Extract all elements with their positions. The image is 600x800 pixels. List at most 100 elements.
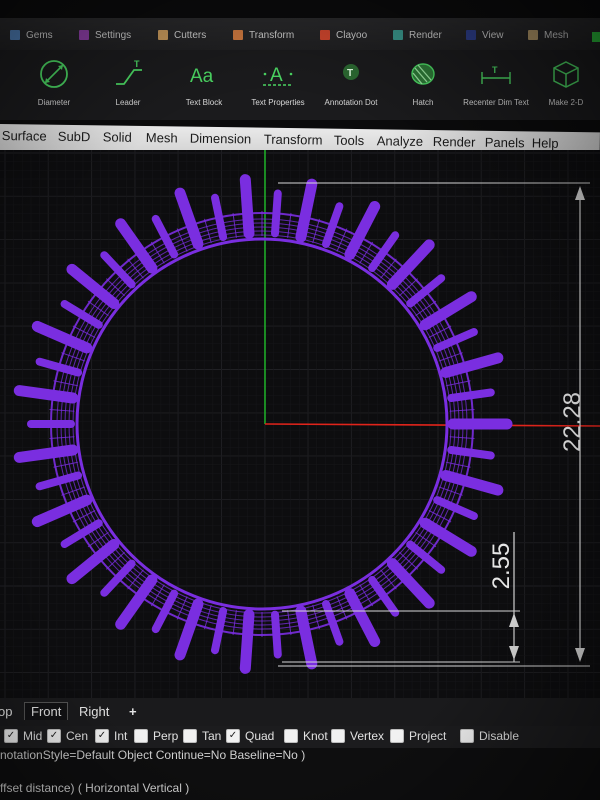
make-2d-button[interactable]: Make 2-D (526, 54, 600, 118)
gallery-bar (428, 510, 452, 523)
tab-top-partial[interactable]: op (0, 704, 12, 719)
tab-mesh[interactable]: Mesh (528, 26, 568, 44)
osnap-checkbox[interactable]: ✓ (95, 729, 109, 743)
tab-cutters[interactable]: Cutters (158, 26, 206, 44)
osnap-label: Knot (303, 729, 328, 743)
make-2d-icon (553, 61, 579, 88)
prong (447, 446, 495, 460)
osnap-label: Tan (202, 729, 222, 743)
command-history-line: notationStyle=Default Object Continue=No… (0, 748, 306, 762)
osnap-label: Cen (66, 729, 89, 743)
tab-right[interactable]: Right (79, 704, 109, 719)
text-properties-button[interactable]: A Text Properties (238, 54, 318, 118)
osnap-checkbox[interactable]: ✓ (4, 729, 18, 743)
prong (419, 291, 477, 331)
ring-wire-circle (56, 218, 468, 630)
svg-text:T: T (347, 68, 353, 79)
menu-tools[interactable]: Tools (334, 133, 365, 148)
osnap-quad[interactable]: ✓ Quad (226, 729, 274, 743)
osnap-checkbox[interactable] (460, 729, 474, 743)
prong (13, 444, 79, 463)
leader-label: Leader (115, 98, 141, 107)
svg-text:A: A (270, 65, 283, 86)
osnap-int[interactable]: ✓ Int (95, 729, 127, 743)
dimension-outer-text: 22.28 (559, 392, 586, 452)
prong (322, 202, 344, 248)
tab-settings[interactable]: Settings (79, 26, 131, 44)
gallery-bar (428, 325, 452, 338)
osnap-cen[interactable]: ✓ Cen (47, 729, 88, 743)
diameter-button[interactable]: Diameter (14, 54, 94, 118)
tab-render[interactable]: Render (393, 26, 442, 44)
dimension-inner-text: 2.55 (488, 543, 515, 590)
osnap-checkbox[interactable]: ✓ (226, 729, 240, 743)
osnap-mid[interactable]: ✓ Mid (4, 729, 42, 743)
osnap-tan[interactable]: Tan (183, 729, 221, 743)
menu-dimension[interactable]: Dimension (190, 131, 252, 147)
svg-text:T: T (492, 65, 498, 75)
prong (271, 610, 282, 659)
tab-view[interactable]: View (466, 26, 504, 44)
command-history: notationStyle=Default Object Continue=No… (0, 748, 600, 800)
ribbon-toolbar: Diameter T Leader Aa Text Block A Text P… (0, 50, 600, 120)
diameter-label: Diameter (37, 98, 71, 107)
osnap-checkbox[interactable]: ✓ (47, 729, 61, 743)
prong (406, 274, 446, 308)
menu-surface[interactable]: Surface (2, 128, 47, 144)
x-axis-line (264, 423, 600, 427)
menu-panels[interactable]: Panels (485, 135, 525, 151)
osnap-perp[interactable]: Perp (134, 729, 178, 743)
osnap-bar: ✓ Mid ✓ Cen ✓ Int Perp Tan ✓ Quad Knot Vertex Projec… (0, 726, 600, 748)
menu-transform[interactable]: Transform (264, 132, 323, 148)
prong (151, 214, 179, 259)
prong (368, 231, 400, 272)
hatch-button[interactable]: Hatch (383, 54, 463, 118)
add-viewport-button[interactable]: + (129, 704, 137, 719)
osnap-checkbox[interactable] (183, 729, 197, 743)
ribbon-tab-bar: Gems Settings Cutters Transform Clayoo R… (0, 18, 600, 51)
front-viewport[interactable]: 22.28 2.55 (0, 150, 600, 698)
menu-analyze[interactable]: Analyze (377, 133, 423, 149)
osnap-checkbox[interactable] (390, 729, 404, 743)
viewport-tabs: op Front Right + (0, 698, 600, 726)
osnap-project[interactable]: Project (390, 729, 446, 743)
make-2d-label: Make 2-D (548, 98, 584, 107)
text-properties-label: Text Properties (251, 98, 305, 107)
menu-help[interactable]: Help (532, 135, 559, 150)
ring-wire-circle (64, 226, 460, 622)
menu-solid[interactable]: Solid (103, 129, 132, 144)
tab-label: View (482, 29, 504, 41)
prong (322, 600, 344, 646)
tab-color-swatch (528, 30, 538, 40)
svg-text:Aa: Aa (190, 66, 214, 87)
eternity-ring-wireframe[interactable] (13, 174, 513, 674)
tab-label: Render (409, 29, 442, 41)
osnap-label: Mid (23, 729, 43, 743)
text-block-button[interactable]: Aa Text Block (164, 54, 244, 118)
osnap-label: Vertex (350, 729, 385, 743)
prong (386, 558, 435, 609)
recenter-dim-text-icon: T (481, 65, 511, 84)
text-block-icon: Aa (190, 66, 214, 87)
tab-overflow-marker (592, 32, 600, 42)
osnap-vertex[interactable]: Vertex (331, 729, 384, 743)
annotation-dot-button[interactable]: T Annotation Dot (311, 54, 391, 118)
menu-render[interactable]: Render (433, 134, 476, 150)
tab-clayoo[interactable]: Clayoo (320, 26, 367, 44)
osnap-checkbox[interactable] (134, 729, 148, 743)
osnap-knot[interactable]: Knot (284, 729, 328, 743)
tab-label: Settings (95, 29, 132, 41)
recenter-dim-text-button[interactable]: T Recenter Dim Text (456, 54, 536, 118)
osnap-checkbox[interactable] (284, 729, 298, 743)
osnap-label: Disable (479, 729, 520, 743)
viewport-canvas[interactable]: 22.28 2.55 (0, 150, 600, 698)
tab-gems[interactable]: Gems (10, 26, 53, 44)
osnap-disable[interactable]: Disable (460, 729, 519, 743)
menu-mesh[interactable]: Mesh (146, 130, 178, 145)
tab-transform[interactable]: Transform (233, 26, 294, 44)
leader-button[interactable]: T Leader (88, 54, 168, 118)
tab-front[interactable]: Front (24, 702, 69, 720)
menu-subd[interactable]: SubD (58, 129, 91, 144)
ring-outer-edge (50, 212, 474, 636)
osnap-checkbox[interactable] (331, 729, 345, 743)
